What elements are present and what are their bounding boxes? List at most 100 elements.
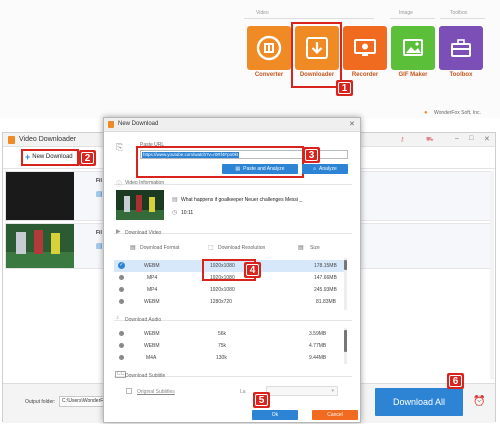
scrollbar-thumb[interactable]	[344, 330, 347, 352]
check-icon[interactable]: ✓	[118, 262, 125, 269]
radio-button[interactable]	[119, 355, 124, 360]
brand-text: WonderFox Soft, Inc.	[434, 110, 481, 116]
format-cell: MP4	[147, 275, 158, 281]
video-duration: 10:11	[181, 210, 194, 216]
download-all-button[interactable]: Download All	[375, 388, 463, 416]
search-icon: ⌕	[313, 166, 316, 172]
video-list-scrollbar[interactable]	[344, 258, 347, 310]
format-cell: WEBM	[144, 331, 160, 337]
paste-and-analyze-button[interactable]: ▤ Paste and Analyze	[222, 164, 298, 174]
bitrate-cell: 75k	[218, 343, 227, 349]
video-info-label: Video Information	[125, 180, 165, 186]
table-row[interactable]: MP4 1920x1080 245.93MB	[114, 284, 344, 296]
table-row[interactable]: WEBM 75k 4.77MB	[114, 340, 344, 352]
window-title: Video Downloader	[19, 136, 77, 143]
cancel-button[interactable]: Cancel	[312, 410, 358, 420]
size-cell: 3.59MB	[309, 331, 327, 337]
video-preview-thumbnail	[116, 190, 164, 220]
tile-gif-maker[interactable]: GIF Maker	[388, 26, 438, 78]
new-download-label: New Download	[32, 154, 73, 160]
audio-list-scrollbar[interactable]	[344, 328, 347, 364]
tile-label: Converter	[254, 72, 284, 78]
cart-icon[interactable]: ⛟	[426, 136, 434, 144]
divider	[244, 18, 374, 19]
scrollbar-thumb[interactable]	[344, 260, 347, 270]
original-subtitles-checkbox[interactable]	[126, 388, 132, 394]
language-dropdown[interactable]: ▾	[266, 386, 338, 396]
alarm-clock-icon[interactable]: ⏰	[473, 396, 485, 407]
dialog-titlebar: New Download ✕	[104, 118, 360, 132]
tile-label: Recorder	[351, 72, 379, 78]
step-1-highlight	[291, 22, 342, 88]
divider	[440, 18, 485, 19]
audio-format-list: WEBM 56k 3.59MB WEBM 75k 4.77MB M4A 130k…	[114, 326, 344, 364]
radio-button[interactable]	[119, 287, 124, 292]
size-cell: 245.93MB	[314, 287, 337, 293]
app-logo-icon	[8, 136, 15, 144]
document-icon: ▤	[172, 197, 178, 203]
chevron-down-icon: ▾	[331, 388, 334, 394]
step-2-badge: 2	[79, 150, 96, 166]
new-download-button[interactable]: + New Download	[25, 152, 73, 162]
size-cell: 178.15MB	[314, 263, 337, 269]
output-folder-label: Output folder:	[25, 399, 56, 405]
resolution-cell: 1280x720	[210, 299, 232, 305]
file-icon: ▤	[96, 191, 103, 198]
image-icon	[391, 26, 435, 70]
format-cell: WEBM	[144, 343, 160, 349]
col-format: Download Format	[140, 245, 180, 251]
format-cell: M4A	[146, 355, 157, 361]
dialog-title: New Download	[118, 121, 159, 127]
format-cell: WEBM	[144, 299, 160, 305]
launcher-panel: Video Image Toolbox Converter Downloader…	[0, 0, 500, 118]
maximize-icon[interactable]: □	[469, 135, 473, 142]
tile-label: GIF Maker	[398, 72, 428, 78]
radio-button[interactable]	[119, 299, 124, 304]
download-subtitle-label: Download Subtitle	[125, 373, 166, 379]
col-resolution: Download Resolution	[218, 245, 266, 251]
step-4-badge: 4	[244, 262, 261, 278]
audio-icon: ♪	[116, 315, 119, 321]
radio-button[interactable]	[119, 343, 124, 348]
resolution-icon: ⬚	[208, 245, 214, 251]
output-folder-field[interactable]: C:\Users\WonderFox	[59, 396, 109, 407]
minimize-icon[interactable]: –	[455, 135, 459, 142]
video-thumbnail	[6, 172, 74, 220]
clipboard-icon: ▤	[235, 166, 241, 172]
table-row[interactable]: WEBM 56k 3.59MB	[114, 328, 344, 340]
video-thumbnail	[6, 224, 74, 268]
col-size: Size	[310, 245, 320, 251]
link-icon: ⎘	[116, 142, 124, 152]
bitrate-cell: 56k	[218, 331, 227, 337]
ok-button[interactable]: Ok	[252, 410, 298, 420]
radio-button[interactable]	[119, 331, 124, 336]
tile-toolbox[interactable]: Toolbox	[436, 26, 486, 78]
tile-recorder[interactable]: Recorder	[340, 26, 390, 78]
tile-converter[interactable]: Converter	[244, 26, 294, 78]
radio-button[interactable]	[119, 275, 124, 280]
download-video-label: Download Video	[125, 230, 162, 236]
table-row[interactable]: WEBM 1280x720 81.83MB	[114, 296, 344, 308]
bitrate-cell: 130k	[216, 355, 227, 361]
divider	[390, 18, 435, 19]
original-subtitles-label: Original Subtitles	[137, 389, 175, 395]
brand-logo-icon: ●	[424, 110, 428, 116]
category-video-label: Video	[256, 10, 269, 16]
video-title: What happens if goalkeeper Neuer challen…	[181, 197, 303, 203]
format-cell: WEBM	[144, 263, 160, 269]
file-icon: ▤	[96, 243, 103, 250]
list-scrollbar[interactable]	[490, 171, 494, 379]
close-icon[interactable]: ✕	[349, 120, 355, 128]
category-toolbox-label: Toolbox	[450, 10, 468, 16]
step-6-badge: 6	[447, 373, 464, 389]
plus-icon: +	[25, 152, 31, 162]
table-row[interactable]: M4A 130k 9.44MB	[114, 352, 344, 364]
key-icon[interactable]: ⚷	[400, 136, 404, 143]
toolbox-icon	[439, 26, 483, 70]
size-cell: 81.83MB	[316, 299, 337, 305]
app-logo-icon	[108, 121, 114, 128]
analyze-button[interactable]: ⌕ Analyze	[302, 164, 348, 174]
download-audio-label: Download Audio	[125, 317, 162, 323]
format-icon: ▤	[130, 245, 136, 251]
close-icon[interactable]: ✕	[484, 135, 490, 143]
